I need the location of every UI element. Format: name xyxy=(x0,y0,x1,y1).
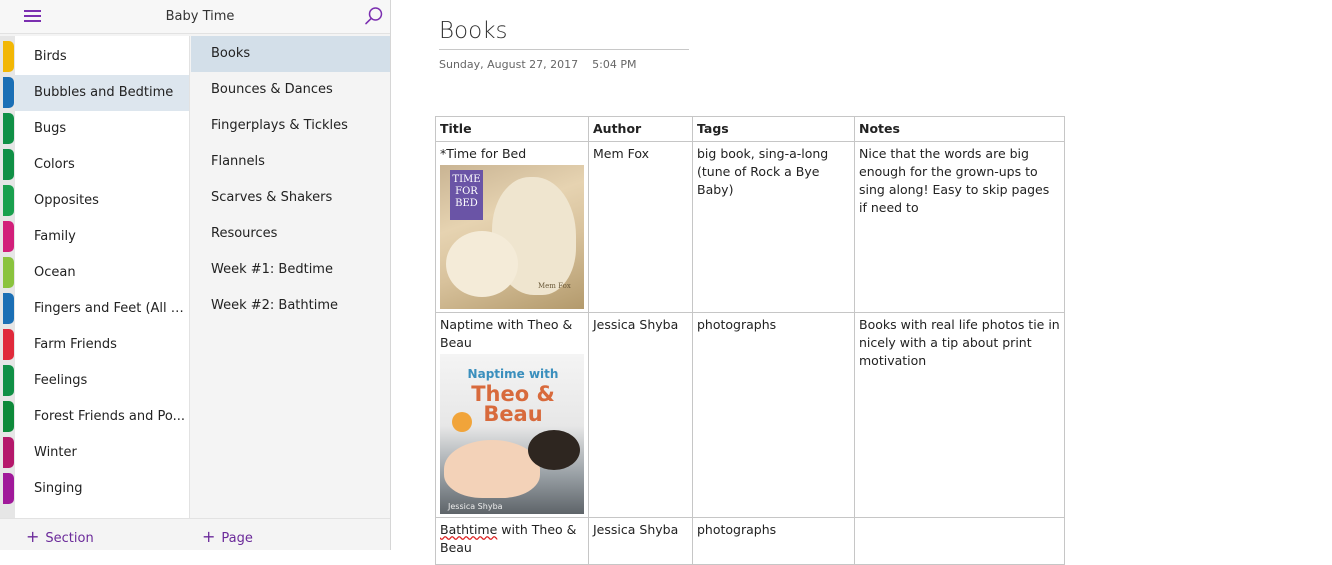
cell-title[interactable]: Bathtime with Theo & Beau xyxy=(435,517,589,565)
page-item[interactable]: Resources xyxy=(191,216,390,252)
spelling-flagged-word[interactable]: Bathtime xyxy=(440,522,497,537)
cell-tags[interactable]: big book, sing-a-long (tune of Rock a By… xyxy=(692,141,855,313)
plus-icon: + xyxy=(202,527,216,546)
section-item-selected[interactable]: Bubbles and Bedtime xyxy=(15,75,189,111)
section-tab-color xyxy=(3,329,14,360)
cover-art xyxy=(444,440,540,498)
page-canvas[interactable]: Books Sunday, August 27, 2017 5:04 PM Tit… xyxy=(392,0,1332,565)
section-tab-color xyxy=(3,473,14,504)
section-item[interactable]: Family xyxy=(15,219,189,255)
section-item[interactable]: Fingers and Feet (All A... xyxy=(15,291,189,327)
cover-art xyxy=(446,231,518,297)
cell-author[interactable]: Mem Fox xyxy=(588,141,693,313)
hamburger-icon[interactable] xyxy=(24,9,41,23)
page-item-selected[interactable]: Books xyxy=(191,36,390,72)
page-list: Books Bounces & Dances Fingerplays & Tic… xyxy=(191,36,390,518)
section-tab-color xyxy=(3,365,14,396)
cover-author: Jessica Shyba xyxy=(448,502,503,511)
cell-notes[interactable]: Books with real life photos tie in nicel… xyxy=(854,312,1065,518)
cell-notes[interactable] xyxy=(854,517,1065,565)
table-row: *Time for Bed TIME FOR BED Mem Fox Mem F… xyxy=(435,141,1065,313)
cover-title-line: Naptime with xyxy=(467,367,559,381)
column-header-notes[interactable]: Notes xyxy=(854,116,1065,142)
page-item[interactable]: Fingerplays & Tickles xyxy=(191,108,390,144)
section-item[interactable]: Singing xyxy=(15,471,189,507)
add-page-label: Page xyxy=(221,531,253,546)
cell-title[interactable]: Naptime with Theo & Beau Naptime with Th… xyxy=(435,312,589,518)
page-item[interactable]: Week #2: Bathtime xyxy=(191,288,390,324)
section-item[interactable]: Forest Friends and Po... xyxy=(15,399,189,435)
cover-title-box: TIME FOR BED xyxy=(450,170,483,220)
section-tab-color xyxy=(3,221,14,252)
section-item[interactable]: Birds xyxy=(15,39,189,75)
page-date: Sunday, August 27, 2017 xyxy=(439,58,579,71)
section-tab-color xyxy=(3,293,14,324)
page-item[interactable]: Flannels xyxy=(191,144,390,180)
cell-tags[interactable]: photographs xyxy=(692,517,855,565)
page-item[interactable]: Bounces & Dances xyxy=(191,72,390,108)
cover-title-line: TIME xyxy=(452,174,481,185)
section-color-tabs xyxy=(0,36,15,518)
column-header-author[interactable]: Author xyxy=(588,116,693,142)
section-tab-color xyxy=(3,77,14,108)
section-item[interactable]: Opposites xyxy=(15,183,189,219)
book-title: Naptime with Theo & Beau xyxy=(440,317,573,350)
section-tab-color xyxy=(3,149,14,180)
section-tab-color xyxy=(3,401,14,432)
section-tab-color xyxy=(3,41,14,72)
cell-author[interactable]: Jessica Shyba xyxy=(588,517,693,565)
cell-title[interactable]: *Time for Bed TIME FOR BED Mem Fox xyxy=(435,141,589,313)
cover-title-line: FOR xyxy=(455,186,478,197)
table-header-row: Title Author Tags Notes xyxy=(435,116,1065,142)
table-row: Naptime with Theo & Beau Naptime with Th… xyxy=(435,312,1065,518)
page-time: 5:04 PM xyxy=(592,58,637,71)
page-timestamp: Sunday, August 27, 2017 5:04 PM xyxy=(439,58,636,71)
add-section-button[interactable]: + Section xyxy=(26,519,94,551)
section-item[interactable]: Bugs xyxy=(15,111,189,147)
cell-tags[interactable]: photographs xyxy=(692,312,855,518)
cover-badge xyxy=(452,412,472,432)
add-section-label: Section xyxy=(45,531,94,546)
section-list: Birds Bubbles and Bedtime Bugs Colors Op… xyxy=(15,36,190,518)
section-tab-color xyxy=(3,257,14,288)
cover-author: Mem Fox xyxy=(538,282,571,290)
add-bar: + Section + Page xyxy=(0,518,390,550)
navigation-pane: Baby Time Birds Bubbles and Bedtime Bugs… xyxy=(0,0,391,550)
add-page-button[interactable]: + Page xyxy=(202,519,253,551)
section-item[interactable]: Farm Friends xyxy=(15,327,189,363)
section-tab-color xyxy=(3,437,14,468)
search-icon[interactable] xyxy=(364,6,384,26)
cover-art xyxy=(528,430,580,470)
notebook-title[interactable]: Baby Time xyxy=(100,9,300,24)
section-item[interactable]: Colors xyxy=(15,147,189,183)
book-cover-image[interactable]: Naptime with Theo & Beau Jessica Shyba xyxy=(440,354,584,514)
book-cover-image[interactable]: TIME FOR BED Mem Fox xyxy=(440,165,584,309)
column-header-title[interactable]: Title xyxy=(435,116,589,142)
book-title: *Time for Bed xyxy=(440,146,527,161)
cell-author[interactable]: Jessica Shyba xyxy=(588,312,693,518)
column-header-tags[interactable]: Tags xyxy=(692,116,855,142)
page-item[interactable]: Scarves & Shakers xyxy=(191,180,390,216)
books-table[interactable]: Title Author Tags Notes *Time for Bed TI… xyxy=(435,116,1065,565)
plus-icon: + xyxy=(26,527,40,546)
section-item[interactable]: Feelings xyxy=(15,363,189,399)
cell-notes[interactable]: Nice that the words are big enough for t… xyxy=(854,141,1065,313)
section-tab-color xyxy=(3,113,14,144)
page-item[interactable]: Week #1: Bedtime xyxy=(191,252,390,288)
page-title[interactable]: Books xyxy=(439,18,689,50)
cover-title-line: BED xyxy=(455,198,478,209)
notebook-header: Baby Time xyxy=(0,0,390,34)
section-item[interactable]: Ocean xyxy=(15,255,189,291)
section-tab-color xyxy=(3,185,14,216)
table-row: Bathtime with Theo & Beau Jessica Shyba … xyxy=(435,517,1065,565)
section-item[interactable]: Winter xyxy=(15,435,189,471)
